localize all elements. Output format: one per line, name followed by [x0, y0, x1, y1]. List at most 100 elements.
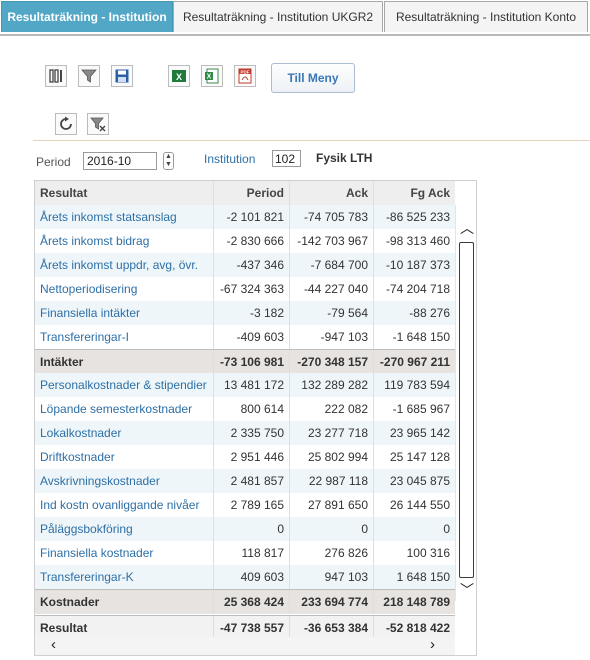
period-input[interactable]	[83, 152, 157, 170]
excel-icon[interactable]: X	[168, 65, 190, 87]
ack-value: -44 227 040	[289, 277, 373, 301]
chevron-up-icon[interactable]: ▲	[164, 153, 173, 161]
ack-value: -74 705 783	[289, 205, 373, 229]
scroll-right-icon[interactable]: ›	[430, 637, 435, 652]
filter-icon[interactable]	[78, 65, 100, 87]
column-header-fg-ack[interactable]: Fg Ack	[373, 181, 455, 205]
row-label: Årets inkomst uppdr, avg, övr.	[40, 258, 199, 272]
period-value: -73 106 981	[213, 350, 289, 374]
period-value: -2 101 821	[213, 205, 289, 229]
row-label: Nettoperiodisering	[40, 282, 138, 296]
result-grid: Resultat Period Ack Fg Ack Årets inkomst…	[34, 180, 477, 656]
table-row[interactable]: Driftkostnader 2 951 446 25 802 994 25 147 …	[35, 445, 455, 469]
fg-ack-value: 218 148 789	[373, 590, 455, 614]
period-value: 2 481 857	[213, 469, 289, 493]
fg-ack-value: -10 187 373	[373, 253, 455, 277]
ack-value: 132 289 282	[289, 373, 373, 397]
fg-ack-value: 23 965 142	[373, 421, 455, 445]
chevron-down-icon[interactable]: ▼	[164, 161, 173, 169]
table-row[interactable]: Löpande semesterkostnader 800 614 222 082-…	[35, 397, 455, 421]
ack-value: -947 103	[289, 325, 373, 349]
pdf-icon[interactable]: PDF	[234, 65, 256, 87]
fg-ack-value: 26 144 550	[373, 493, 455, 517]
tab-resultatrakning-institution[interactable]: Resultaträkning - Institution	[1, 1, 173, 32]
row-label: Avskrivningskostnader	[40, 474, 160, 488]
fg-ack-value: -86 525 233	[373, 205, 455, 229]
ack-value: 25 802 994	[289, 445, 373, 469]
ack-value: -79 564	[289, 301, 373, 325]
period-value: -3 182	[213, 301, 289, 325]
svg-text:X: X	[176, 72, 182, 82]
excel-export-icon[interactable]: X	[201, 65, 223, 87]
filter-clear-icon[interactable]	[87, 113, 109, 135]
period-label: Period	[36, 155, 71, 169]
table-row[interactable]: Transfereringar-K 409 603 947 103 1 648 150	[35, 565, 455, 589]
horizontal-scrollbar[interactable]: ‹ ›	[35, 637, 455, 655]
column-header-period[interactable]: Period	[213, 181, 289, 205]
period-value: 800 614	[213, 397, 289, 421]
period-value: 25 368 424	[213, 590, 289, 614]
fg-ack-value: -88 276	[373, 301, 455, 325]
table-row[interactable]: Personalkostnader & stipendier 13 481 172…	[35, 373, 455, 397]
row-label: Personalkostnader & stipendier	[40, 378, 207, 392]
period-value: 2 335 750	[213, 421, 289, 445]
table-row[interactable]: Ind kostn ovanliggande nivåer 2 789 165 27…	[35, 493, 455, 517]
fg-ack-value: 23 045 875	[373, 469, 455, 493]
table-row[interactable]: Påläggsbokföring 0 0 0	[35, 517, 455, 541]
ack-value: 27 891 650	[289, 493, 373, 517]
period-value: 13 481 172	[213, 373, 289, 397]
columns-icon[interactable]	[45, 65, 67, 87]
vertical-scrollbar[interactable]: ︿ ﹀	[455, 205, 476, 601]
institution-input[interactable]	[272, 150, 301, 167]
scroll-left-icon[interactable]: ‹	[51, 637, 56, 652]
row-label: Årets inkomst statsanslag	[40, 210, 177, 224]
table-row[interactable]: Nettoperiodisering -67 324 363 -44 227 040…	[35, 277, 455, 301]
institution-label: Institution	[204, 152, 256, 166]
column-header-resultat[interactable]: Resultat	[35, 181, 213, 205]
ack-value: 22 987 118	[289, 469, 373, 493]
row-label: Finansiella kostnader	[40, 546, 154, 560]
table-row[interactable]: Avskrivningskostnader 2 481 857 22 987 118…	[35, 469, 455, 493]
save-icon[interactable]	[111, 65, 133, 87]
refresh-icon[interactable]	[55, 113, 77, 135]
ack-value: -142 703 967	[289, 229, 373, 253]
row-label: Finansiella intäkter	[40, 306, 141, 320]
ack-value: 233 694 774	[289, 590, 373, 614]
row-label: Intäkter	[40, 355, 84, 369]
tab-resultatrakning-institution-konto[interactable]: Resultaträkning - Institution Konto	[384, 1, 588, 32]
fg-ack-value: -74 204 718	[373, 277, 455, 301]
table-row[interactable]: Lokalkostnader 2 335 750 23 277 718 23 965 …	[35, 421, 455, 445]
fg-ack-value: -98 313 460	[373, 229, 455, 253]
row-label: Transfereringar-I	[40, 330, 129, 344]
period-value: -2 830 666	[213, 229, 289, 253]
table-row[interactable]: Finansiella intäkter -3 182 -79 564 -88 276	[35, 301, 455, 325]
period-value: 0	[213, 517, 289, 541]
scrollbar-thumb[interactable]	[459, 242, 474, 578]
ack-value: 947 103	[289, 565, 373, 589]
fg-ack-value: 119 783 594	[373, 373, 455, 397]
ack-value: 0	[289, 517, 373, 541]
period-value: 409 603	[213, 565, 289, 589]
tab-bar: Resultaträkning - Institution Resultaträ…	[0, 0, 590, 36]
ack-value: -7 684 700	[289, 253, 373, 277]
ack-value: -270 348 157	[289, 350, 373, 374]
table-row[interactable]: Finansiella kostnader 118 817 276 826 100 3…	[35, 541, 455, 565]
subtotal-row: Intäkter -73 106 981 -270 348 157 -270 967 …	[35, 349, 455, 374]
fg-ack-value: -1 685 967	[373, 397, 455, 421]
svg-text:X: X	[207, 74, 212, 81]
fg-ack-value: -1 648 150	[373, 325, 455, 349]
table-row[interactable]: Transfereringar-I -409 603 -947 103 -1 648 …	[35, 325, 455, 349]
scroll-up-icon[interactable]: ︿	[460, 221, 474, 235]
ack-value: 222 082	[289, 397, 373, 421]
table-row[interactable]: Årets inkomst uppdr, avg, övr. -437 346 -7…	[35, 253, 455, 277]
grid-header: Resultat Period Ack Fg Ack	[35, 181, 455, 206]
till-meny-button[interactable]: Till Meny	[271, 63, 355, 93]
scroll-down-icon[interactable]: ﹀	[460, 583, 474, 597]
table-row[interactable]: Årets inkomst bidrag -2 830 666 -142 703 9…	[35, 229, 455, 253]
period-stepper[interactable]: ▲ ▼	[163, 152, 174, 170]
column-header-ack[interactable]: Ack	[289, 181, 373, 205]
fg-ack-value: 25 147 128	[373, 445, 455, 469]
table-row[interactable]: Årets inkomst statsanslag -2 101 821 -74 7…	[35, 205, 455, 229]
ack-value: 23 277 718	[289, 421, 373, 445]
tab-resultatrakning-institution-ukgr2[interactable]: Resultaträkning - Institution UKGR2	[173, 1, 383, 32]
